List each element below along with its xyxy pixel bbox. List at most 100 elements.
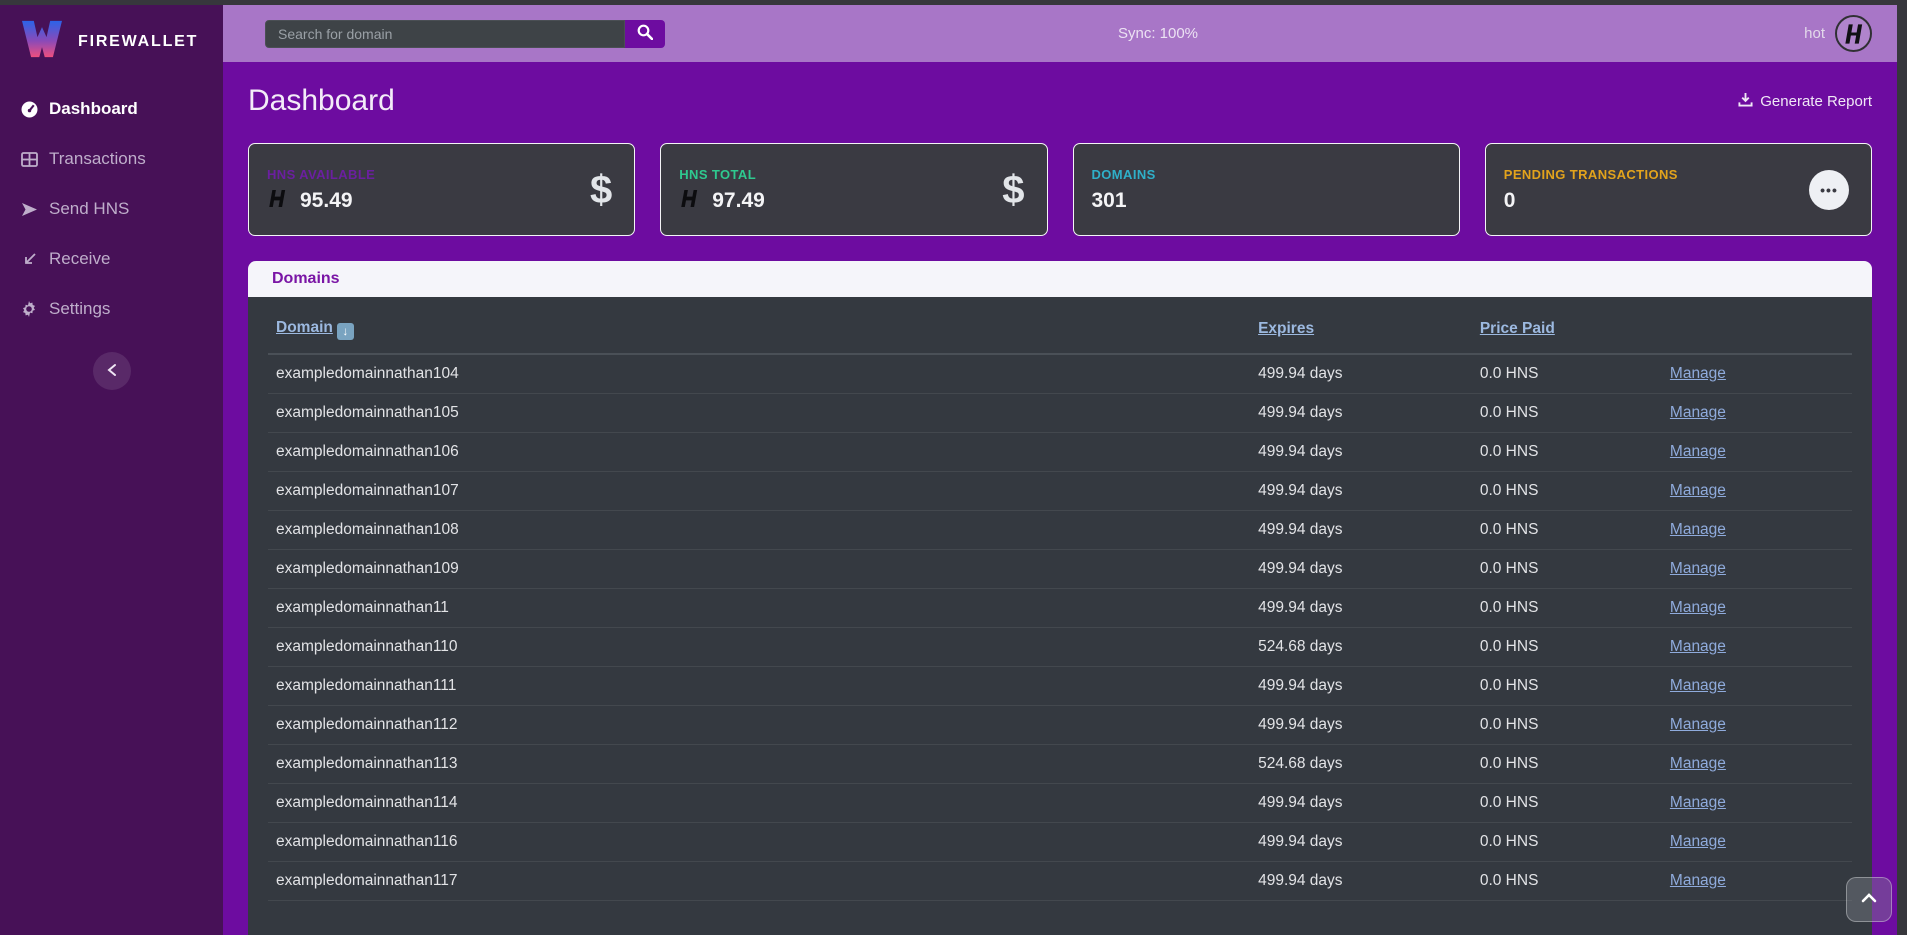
main-area: Sync: 100% hot Dashboard Generate Report bbox=[223, 5, 1897, 935]
sort-domain-header[interactable]: Domain bbox=[276, 319, 333, 336]
cell-domain: exampledomainnathan116 bbox=[268, 822, 1250, 861]
cell-price: 0.0 HNS bbox=[1472, 627, 1662, 666]
manage-link[interactable]: Manage bbox=[1670, 755, 1726, 772]
cell-expires: 499.94 days bbox=[1250, 471, 1472, 510]
brand[interactable]: FIREWALLET bbox=[0, 5, 223, 84]
download-icon bbox=[1738, 92, 1753, 111]
ellipsis-menu-icon[interactable]: ••• bbox=[1809, 170, 1849, 210]
sidebar-nav: Dashboard Transactions Send HNS Receive bbox=[0, 84, 223, 334]
sort-price-paid-header[interactable]: Price Paid bbox=[1480, 320, 1555, 337]
scrollbar-track[interactable] bbox=[1897, 0, 1907, 935]
generate-report-button[interactable]: Generate Report bbox=[1738, 92, 1872, 111]
cell-domain: exampledomainnathan11 bbox=[268, 588, 1250, 627]
table-row: exampledomainnathan114 499.94 days 0.0 H… bbox=[268, 783, 1852, 822]
manage-link[interactable]: Manage bbox=[1670, 599, 1726, 616]
cell-price: 0.0 HNS bbox=[1472, 783, 1662, 822]
manage-link[interactable]: Manage bbox=[1670, 794, 1726, 811]
brand-name: FIREWALLET bbox=[78, 33, 198, 51]
wallet-group: hot bbox=[1804, 15, 1872, 52]
cell-expires: 499.94 days bbox=[1250, 588, 1472, 627]
cell-price: 0.0 HNS bbox=[1472, 666, 1662, 705]
sidebar-item-receive[interactable]: Receive bbox=[0, 234, 223, 284]
cell-expires: 499.94 days bbox=[1250, 354, 1472, 394]
cell-domain: exampledomainnathan113 bbox=[268, 744, 1250, 783]
sidebar: FIREWALLET Dashboard Transactions Send H… bbox=[0, 5, 223, 935]
cell-domain: exampledomainnathan105 bbox=[268, 393, 1250, 432]
cell-expires: 499.94 days bbox=[1250, 432, 1472, 471]
cell-expires: 499.94 days bbox=[1250, 393, 1472, 432]
cell-price: 0.0 HNS bbox=[1472, 471, 1662, 510]
cell-expires: 499.94 days bbox=[1250, 705, 1472, 744]
stat-card-domains: DOMAINS 301 bbox=[1073, 143, 1460, 236]
cell-domain: exampledomainnathan117 bbox=[268, 861, 1250, 900]
search-icon bbox=[637, 24, 653, 43]
cell-price: 0.0 HNS bbox=[1472, 861, 1662, 900]
stat-label: PENDING TRANSACTIONS bbox=[1504, 167, 1678, 182]
sidebar-item-transactions[interactable]: Transactions bbox=[0, 134, 223, 184]
manage-link[interactable]: Manage bbox=[1670, 833, 1726, 850]
domains-table: Domain↓ Expires Price Paid exampledomain… bbox=[268, 301, 1852, 901]
dollar-icon: $ bbox=[590, 170, 612, 210]
cell-expires: 499.94 days bbox=[1250, 822, 1472, 861]
cell-domain: exampledomainnathan108 bbox=[268, 510, 1250, 549]
sidebar-item-dashboard[interactable]: Dashboard bbox=[0, 84, 223, 134]
hns-logo-icon bbox=[267, 189, 291, 213]
manage-link[interactable]: Manage bbox=[1670, 560, 1726, 577]
stat-card-hns-total: HNS TOTAL 97.49 $ bbox=[660, 143, 1047, 236]
table-row: exampledomainnathan117 499.94 days 0.0 H… bbox=[268, 861, 1852, 900]
sidebar-item-settings[interactable]: Settings bbox=[0, 284, 223, 334]
scroll-to-top-button[interactable] bbox=[1846, 877, 1892, 922]
table-row: exampledomainnathan11 499.94 days 0.0 HN… bbox=[268, 588, 1852, 627]
dollar-icon: $ bbox=[1002, 170, 1024, 210]
domains-table-body: exampledomainnathan104 499.94 days 0.0 H… bbox=[268, 354, 1852, 901]
sidebar-item-label: Transactions bbox=[49, 149, 146, 169]
manage-link[interactable]: Manage bbox=[1670, 443, 1726, 460]
stat-card-hns-available: HNS AVAILABLE 95.49 $ bbox=[248, 143, 635, 236]
stat-label: DOMAINS bbox=[1092, 167, 1156, 182]
sidebar-item-label: Dashboard bbox=[49, 99, 138, 119]
search-button[interactable] bbox=[625, 20, 665, 48]
manage-link[interactable]: Manage bbox=[1670, 404, 1726, 421]
stat-value: 0 bbox=[1504, 189, 1516, 213]
cell-price: 0.0 HNS bbox=[1472, 549, 1662, 588]
manage-link[interactable]: Manage bbox=[1670, 872, 1726, 889]
hns-logo-icon bbox=[679, 189, 703, 213]
cell-price: 0.0 HNS bbox=[1472, 822, 1662, 861]
cell-domain: exampledomainnathan111 bbox=[268, 666, 1250, 705]
chevron-up-icon bbox=[1860, 892, 1878, 907]
chevron-left-icon bbox=[106, 363, 118, 380]
stat-label: HNS TOTAL bbox=[679, 167, 765, 182]
handshake-logo-icon[interactable] bbox=[1835, 15, 1872, 52]
table-row: exampledomainnathan111 499.94 days 0.0 H… bbox=[268, 666, 1852, 705]
manage-link[interactable]: Manage bbox=[1670, 365, 1726, 382]
cell-domain: exampledomainnathan106 bbox=[268, 432, 1250, 471]
stat-value: 301 bbox=[1092, 189, 1127, 213]
cell-price: 0.0 HNS bbox=[1472, 705, 1662, 744]
manage-link[interactable]: Manage bbox=[1670, 677, 1726, 694]
manage-link[interactable]: Manage bbox=[1670, 638, 1726, 655]
cell-price: 0.0 HNS bbox=[1472, 393, 1662, 432]
table-row: exampledomainnathan108 499.94 days 0.0 H… bbox=[268, 510, 1852, 549]
table-row: exampledomainnathan105 499.94 days 0.0 H… bbox=[268, 393, 1852, 432]
sidebar-collapse-button[interactable] bbox=[93, 352, 131, 390]
sidebar-item-label: Settings bbox=[49, 299, 110, 319]
manage-link[interactable]: Manage bbox=[1670, 521, 1726, 538]
search-input[interactable] bbox=[265, 20, 625, 48]
domains-panel-body: Domain↓ Expires Price Paid exampledomain… bbox=[248, 297, 1872, 935]
topbar: Sync: 100% hot bbox=[223, 5, 1897, 62]
sidebar-item-label: Receive bbox=[49, 249, 110, 269]
cell-expires: 499.94 days bbox=[1250, 783, 1472, 822]
sidebar-item-label: Send HNS bbox=[49, 199, 129, 219]
stat-label: HNS AVAILABLE bbox=[267, 167, 375, 182]
generate-report-label: Generate Report bbox=[1760, 93, 1872, 110]
cell-domain: exampledomainnathan107 bbox=[268, 471, 1250, 510]
manage-link[interactable]: Manage bbox=[1670, 716, 1726, 733]
sidebar-item-send-hns[interactable]: Send HNS bbox=[0, 184, 223, 234]
sort-expires-header[interactable]: Expires bbox=[1258, 320, 1314, 337]
manage-link[interactable]: Manage bbox=[1670, 482, 1726, 499]
cell-price: 0.0 HNS bbox=[1472, 432, 1662, 471]
gauge-icon bbox=[20, 101, 38, 118]
stat-value: 95.49 bbox=[300, 189, 353, 213]
sync-status: Sync: 100% bbox=[1118, 25, 1198, 42]
wallet-name: hot bbox=[1804, 25, 1825, 42]
